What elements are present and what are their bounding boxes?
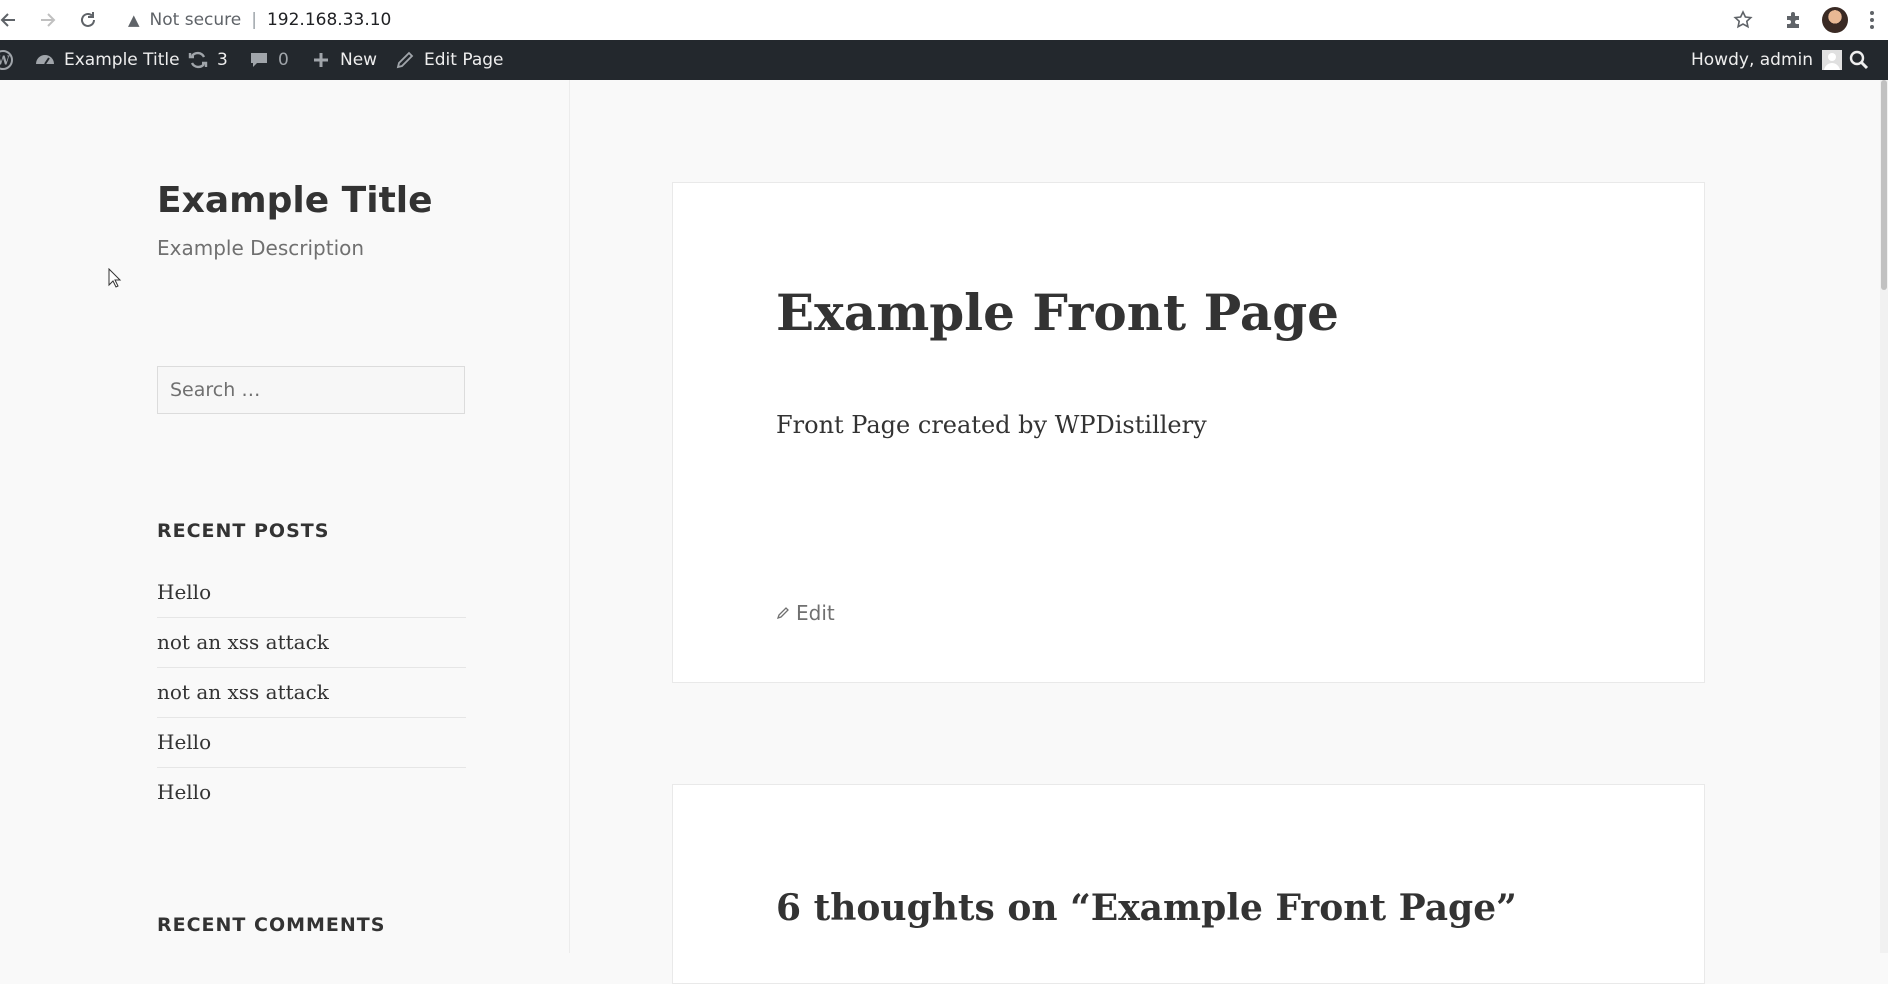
edit-link[interactable]: Edit xyxy=(776,601,835,625)
warning-icon: ▲ xyxy=(128,11,140,29)
wp-admin-bar: W Example Title 3 0 New Edit Page Howdy,… xyxy=(0,40,1888,80)
site-title[interactable]: Example Title xyxy=(157,180,433,221)
recent-post-link[interactable]: not an xss attack xyxy=(157,668,466,718)
recent-post-link[interactable]: Hello xyxy=(157,768,466,817)
adminbar-search-icon[interactable] xyxy=(1848,40,1870,80)
plus-icon xyxy=(310,49,332,71)
forward-icon[interactable] xyxy=(32,4,64,36)
star-icon[interactable] xyxy=(1727,4,1759,36)
article-card: Example Front Page Front Page created by… xyxy=(672,182,1705,683)
user-avatar-icon xyxy=(1821,49,1843,71)
entry-title: Example Front Page xyxy=(776,283,1339,342)
wordpress-logo-icon[interactable]: W xyxy=(0,40,14,80)
dashboard-icon xyxy=(34,49,56,71)
recent-comments-heading: RECENT COMMENTS xyxy=(157,914,386,936)
address-bar[interactable]: ▲ Not secure | 192.168.33.10 xyxy=(128,4,391,36)
updates-link[interactable]: 3 xyxy=(187,40,228,80)
sidebar: Example Title Example Description Search… xyxy=(0,80,570,953)
comments-card: 6 thoughts on “Example Front Page” xyxy=(672,784,1705,984)
comments-link[interactable]: 0 xyxy=(248,40,289,80)
edit-label: Edit xyxy=(796,601,835,625)
pencil-icon xyxy=(394,49,416,71)
new-content-link[interactable]: New xyxy=(310,40,377,80)
menu-icon[interactable] xyxy=(1856,4,1888,36)
edit-page-link[interactable]: Edit Page xyxy=(394,40,503,80)
security-label: Not secure xyxy=(149,10,242,30)
edit-page-label: Edit Page xyxy=(424,50,504,70)
url-text: 192.168.33.10 xyxy=(266,10,392,30)
extensions-icon[interactable] xyxy=(1777,4,1809,36)
reload-icon[interactable] xyxy=(72,4,104,36)
entry-content: Front Page created by WPDistillery xyxy=(776,411,1207,439)
mouse-cursor-icon xyxy=(108,268,122,288)
recent-posts-heading: RECENT POSTS xyxy=(157,520,330,542)
recent-posts-list: Hello not an xss attack not an xss attac… xyxy=(157,568,466,817)
url-separator: | xyxy=(251,10,257,30)
comments-count: 0 xyxy=(278,50,289,70)
page-scrollbar[interactable] xyxy=(1880,80,1888,953)
my-account-link[interactable]: Howdy, admin xyxy=(1691,40,1843,80)
browser-toolbar: ▲ Not secure | 192.168.33.10 xyxy=(0,0,1888,41)
search-input[interactable]: Search … xyxy=(157,366,465,414)
profile-avatar[interactable] xyxy=(1819,4,1851,36)
comments-title: 6 thoughts on “Example Front Page” xyxy=(776,887,1517,929)
scrollbar-thumb[interactable] xyxy=(1881,80,1887,290)
back-icon[interactable] xyxy=(0,4,24,36)
updates-count: 3 xyxy=(217,50,228,70)
new-label: New xyxy=(340,50,378,70)
recent-post-link[interactable]: Hello xyxy=(157,568,466,618)
site-name-label: Example Title xyxy=(64,50,180,70)
howdy-label: Howdy, admin xyxy=(1691,50,1814,70)
recent-post-link[interactable]: Hello xyxy=(157,718,466,768)
comment-icon xyxy=(248,49,270,71)
site-name-link[interactable]: Example Title xyxy=(34,40,180,80)
site-description: Example Description xyxy=(157,236,365,260)
svg-text:W: W xyxy=(0,54,10,68)
updates-icon xyxy=(187,49,209,71)
pencil-icon xyxy=(776,607,789,620)
recent-post-link[interactable]: not an xss attack xyxy=(157,618,466,668)
